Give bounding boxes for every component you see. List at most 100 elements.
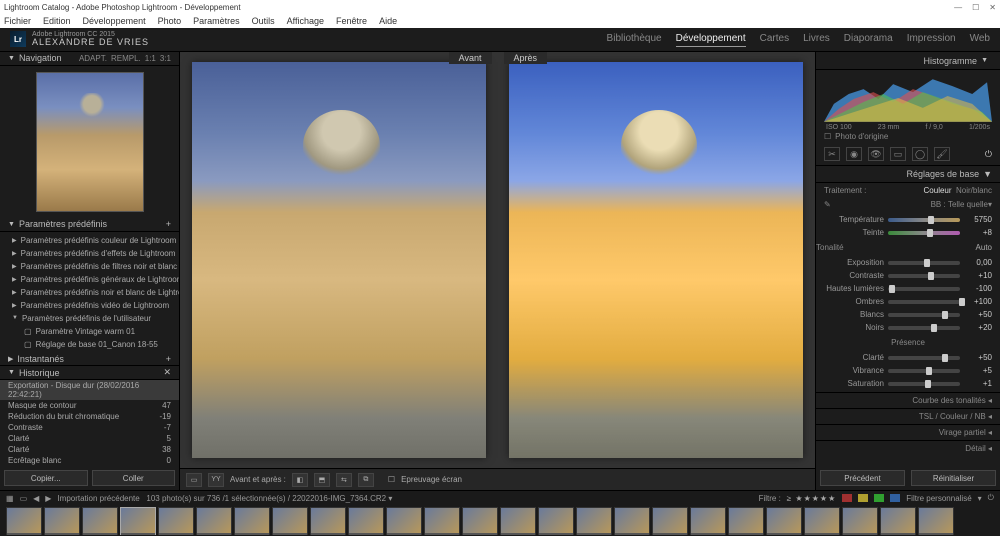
contrast-slider[interactable]	[888, 274, 960, 278]
blacks-value[interactable]: +20	[964, 323, 992, 332]
thumb[interactable]	[82, 507, 118, 535]
menu-fenetre[interactable]: Fenêtre	[336, 16, 367, 26]
module-print[interactable]: Impression	[907, 33, 956, 47]
menu-outils[interactable]: Outils	[252, 16, 275, 26]
thumb[interactable]	[842, 507, 878, 535]
spot-tool-icon[interactable]: ◉	[846, 147, 862, 161]
detail-header[interactable]: Détail ◂	[816, 440, 1000, 456]
history-step[interactable]: Ecrêtage blanc0	[0, 455, 179, 466]
softproof-label[interactable]: Epreuvage écran	[401, 475, 462, 484]
plus-icon[interactable]: +	[166, 354, 171, 364]
module-map[interactable]: Cartes	[760, 33, 789, 47]
zoom-fit[interactable]: ADAPT.	[79, 54, 107, 63]
auto-tone-button[interactable]: Auto	[976, 243, 1000, 252]
brush-tool-icon[interactable]: 🖌	[934, 147, 950, 161]
custom-filter-dropdown[interactable]: Filtre personnalisé	[906, 494, 971, 503]
toggle-icon[interactable]: ⏻	[985, 149, 992, 160]
ba-swap-icon[interactable]: ⇆	[336, 473, 352, 487]
thumb[interactable]	[44, 507, 80, 535]
whites-value[interactable]: +50	[964, 310, 992, 319]
preset-folder[interactable]: ▶Paramètres prédéfinis noir et blanc de …	[0, 286, 179, 299]
module-slideshow[interactable]: Diaporama	[844, 33, 893, 47]
filter-red-label[interactable]	[842, 494, 852, 502]
history-step[interactable]: Réduction du bruit chromatique-19	[0, 411, 179, 422]
thumb[interactable]	[576, 507, 612, 535]
split-toning-header[interactable]: Virage partiel ◂	[816, 424, 1000, 440]
thumb[interactable]	[424, 507, 460, 535]
thumb[interactable]	[918, 507, 954, 535]
thumb[interactable]	[804, 507, 840, 535]
preset-folder[interactable]: ▶Paramètres prédéfinis de filtres noir e…	[0, 260, 179, 273]
filter-lock-icon[interactable]: ⏻	[988, 493, 994, 503]
zoom-3to1[interactable]: 3:1	[160, 54, 171, 63]
menu-developpement[interactable]: Développement	[83, 16, 146, 26]
preset-folder[interactable]: ▶Paramètres prédéfinis généraux de Light…	[0, 273, 179, 286]
hsl-header[interactable]: TSL / Couleur / NB ◂	[816, 408, 1000, 424]
preset-folder[interactable]: ▶Paramètres prédéfinis d'effets de Light…	[0, 247, 179, 260]
blacks-slider[interactable]	[888, 326, 960, 330]
preset-folder[interactable]: ▼Paramètres prédéfinis de l'utilisateur	[0, 312, 179, 325]
zoom-fill[interactable]: REMPL.	[111, 54, 141, 63]
preset-item[interactable]: ▢ Paramètre Vintage warm 01	[0, 325, 179, 338]
grid-icon[interactable]: ▦	[6, 494, 14, 503]
eyedropper-icon[interactable]: ✎	[824, 200, 831, 209]
highlights-slider[interactable]	[888, 287, 960, 291]
thumb-selected[interactable]	[120, 507, 156, 535]
history-header[interactable]: ▼ Historique ✕	[0, 366, 179, 380]
crop-tool-icon[interactable]: ✂	[824, 147, 840, 161]
loupe-view-icon[interactable]: ▭	[186, 473, 202, 487]
histogram[interactable]: ISO 100 23 mm f / 9,0 1/200s	[816, 70, 1000, 130]
thumb[interactable]	[6, 507, 42, 535]
filter-green-label[interactable]	[874, 494, 884, 502]
module-library[interactable]: Bibliothèque	[607, 33, 662, 47]
snapshots-header[interactable]: ▶ Instantanés +	[0, 353, 179, 367]
clarity-value[interactable]: +50	[964, 353, 992, 362]
whites-slider[interactable]	[888, 313, 960, 317]
nav-fwd-icon[interactable]: ▶	[45, 494, 51, 503]
close-icon[interactable]: ✕	[989, 3, 996, 12]
history-step[interactable]: Clarté5	[0, 433, 179, 444]
original-checkbox[interactable]: ☐	[824, 132, 831, 141]
ba-leftright-icon[interactable]: ◧	[292, 473, 308, 487]
filmstrip-thumbs[interactable]	[0, 505, 1000, 536]
tint-value[interactable]: +8	[964, 228, 992, 237]
module-web[interactable]: Web	[970, 33, 990, 47]
history-step[interactable]: Masque de contour47	[0, 400, 179, 411]
compare-view-icon[interactable]: YY	[208, 473, 224, 487]
thumb[interactable]	[348, 507, 384, 535]
clarity-slider[interactable]	[888, 356, 960, 360]
thumb[interactable]	[652, 507, 688, 535]
highlights-value[interactable]: -100	[964, 284, 992, 293]
saturation-slider[interactable]	[888, 382, 960, 386]
gradient-tool-icon[interactable]: ▭	[890, 147, 906, 161]
preset-folder[interactable]: ▶Paramètres prédéfinis vidéo de Lightroo…	[0, 299, 179, 312]
previous-button[interactable]: Précédent	[820, 470, 905, 486]
thumb[interactable]	[310, 507, 346, 535]
filter-rating[interactable]: ≥ ★★★★★	[787, 494, 836, 503]
shadows-value[interactable]: +100	[964, 297, 992, 306]
thumb[interactable]	[158, 507, 194, 535]
source-label[interactable]: Importation précédente	[57, 494, 139, 503]
thumb[interactable]	[196, 507, 232, 535]
navigator-header[interactable]: ▼ Navigation ADAPT. REMPL. 1:1 3:1	[0, 52, 179, 66]
history-step[interactable]: Exportation - Disque dur (28/02/2016 22:…	[0, 380, 179, 400]
treatment-bw[interactable]: Noir/blanc	[956, 186, 992, 195]
thumb[interactable]	[538, 507, 574, 535]
wb-value[interactable]: Telle quelle	[948, 200, 988, 209]
menu-aide[interactable]: Aide	[379, 16, 397, 26]
presets-header[interactable]: ▼ Paramètres prédéfinis +	[0, 218, 179, 232]
ba-topbottom-icon[interactable]: ⬒	[314, 473, 330, 487]
histogram-header[interactable]: Histogramme ▼	[816, 52, 1000, 70]
thumb[interactable]	[728, 507, 764, 535]
vibrance-slider[interactable]	[888, 369, 960, 373]
thumb[interactable]	[766, 507, 802, 535]
preset-folder[interactable]: ▶Paramètres prédéfinis couleur de Lightr…	[0, 234, 179, 247]
minimize-icon[interactable]: —	[954, 3, 962, 12]
menu-affichage[interactable]: Affichage	[287, 16, 324, 26]
thumb[interactable]	[272, 507, 308, 535]
shadows-slider[interactable]	[888, 300, 960, 304]
temp-value[interactable]: 5750	[964, 215, 992, 224]
treatment-color[interactable]: Couleur	[924, 186, 952, 195]
nav-back-icon[interactable]: ◀	[33, 494, 39, 503]
thumb[interactable]	[614, 507, 650, 535]
